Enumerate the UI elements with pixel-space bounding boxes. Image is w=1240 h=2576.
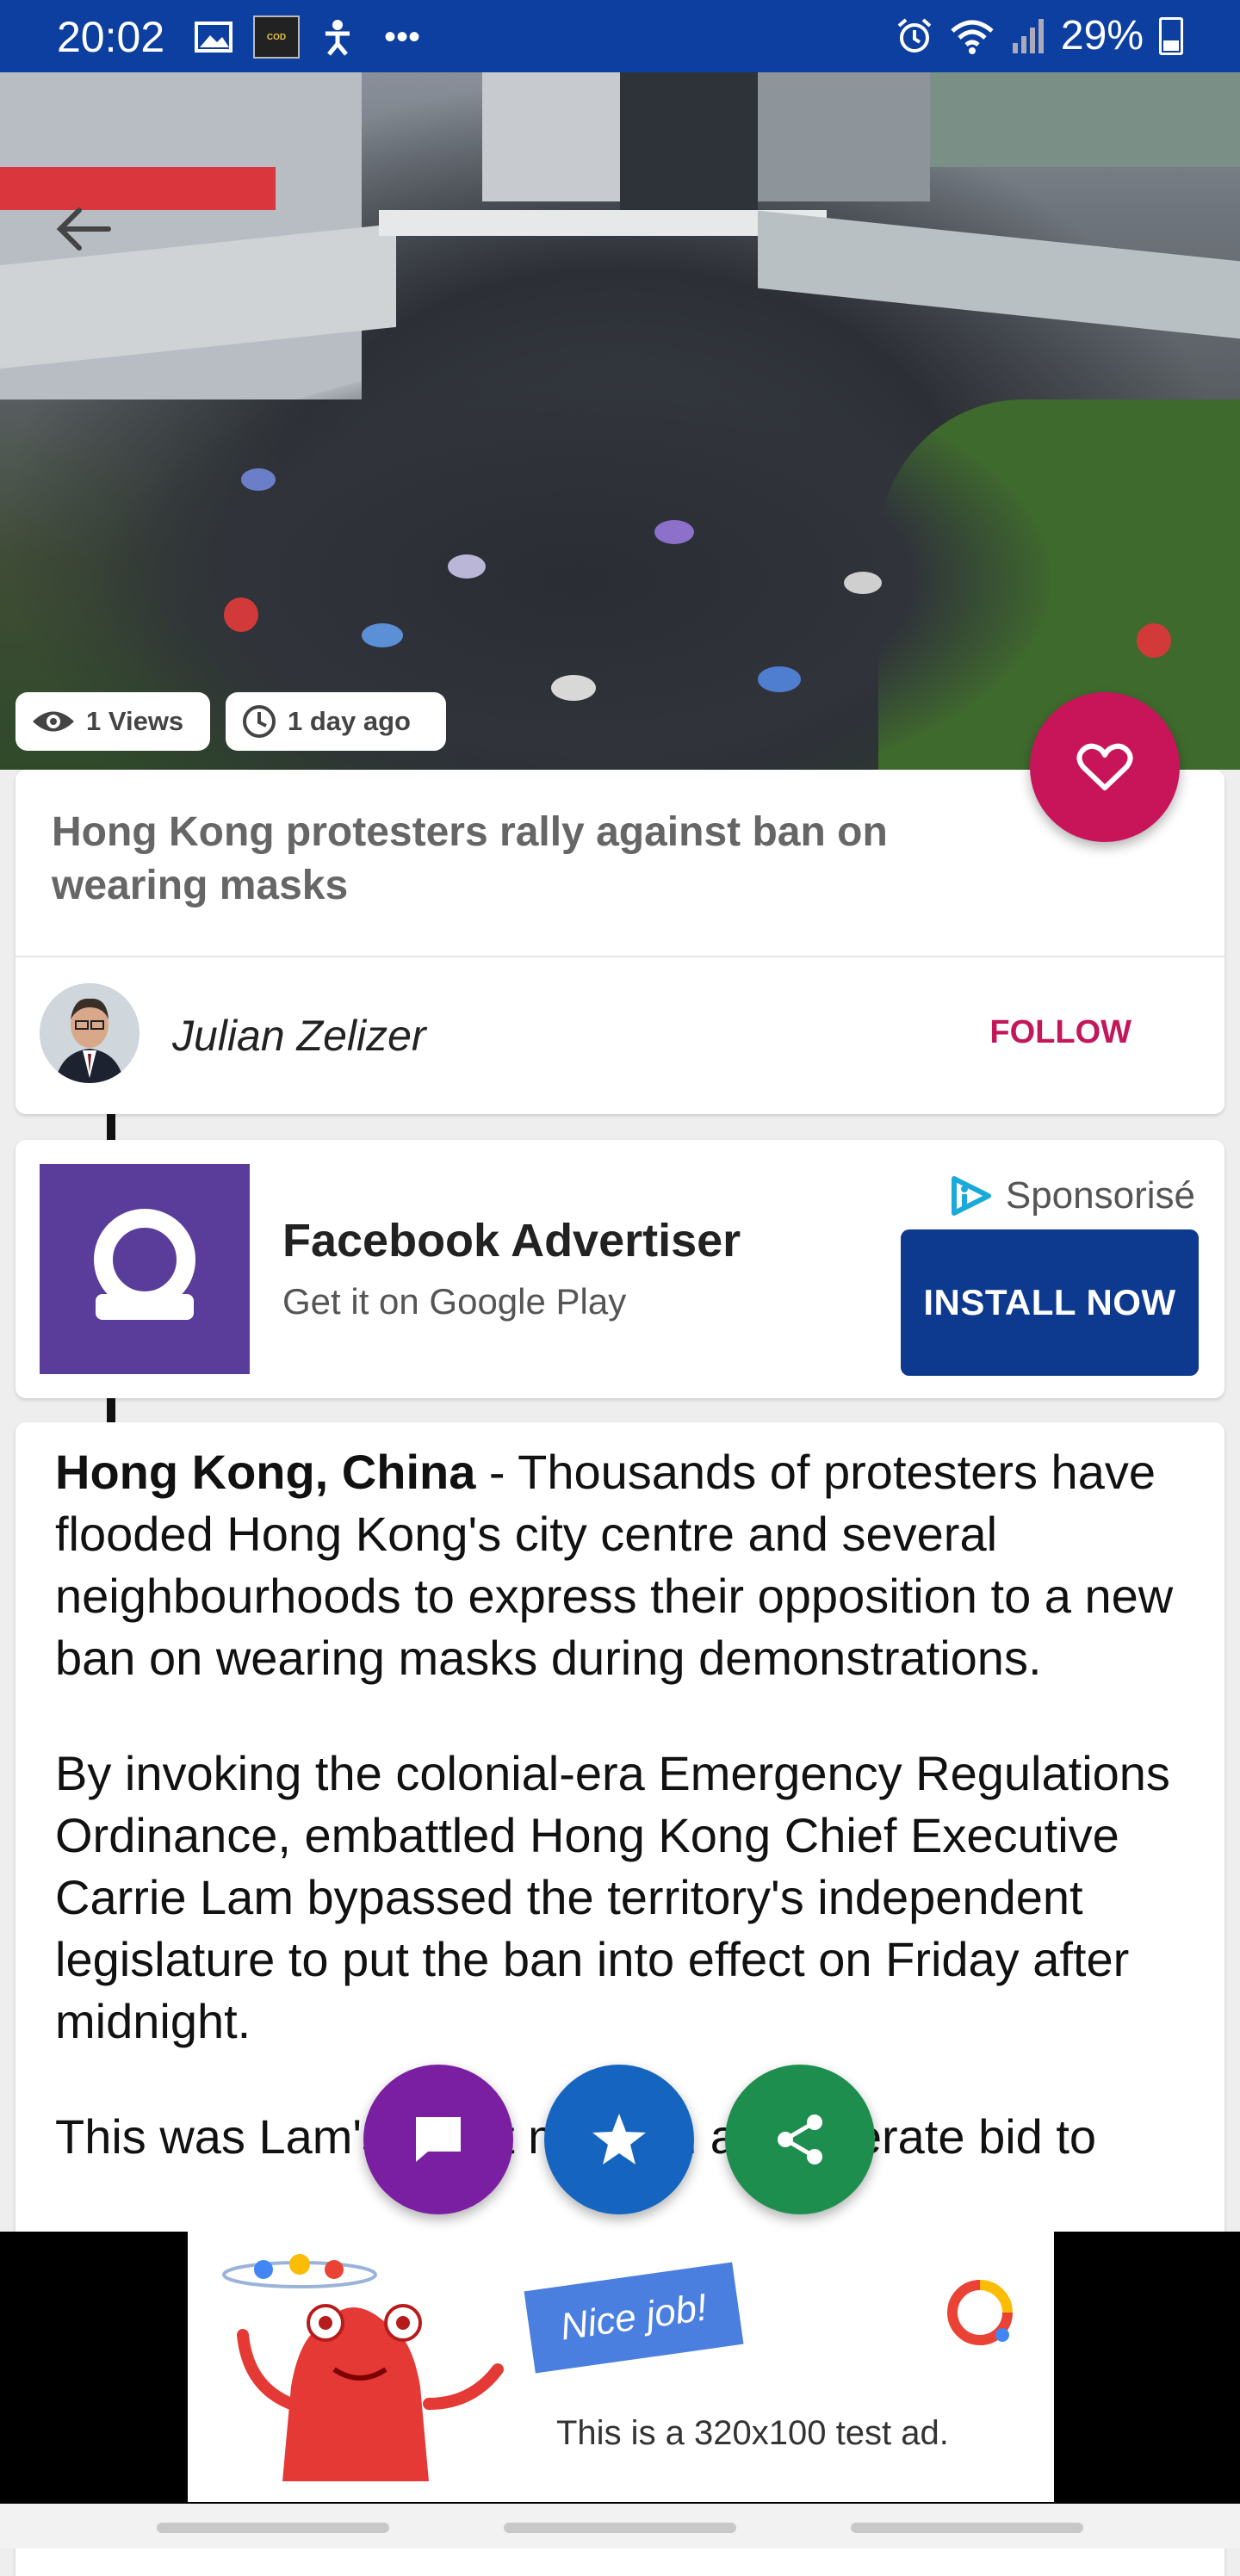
call-of-duty-icon: COD: [253, 15, 300, 59]
timeline-line: [107, 1114, 115, 1140]
share-icon: [778, 2115, 822, 2164]
status-time: 20:02: [57, 13, 165, 61]
banner-text: This is a 320x100 test ad.: [556, 2414, 949, 2452]
time-badge: 1 day ago: [226, 692, 446, 751]
ad-app-icon: [94, 1209, 195, 1320]
star-button[interactable]: [544, 2065, 694, 2214]
status-bar: 20:02 COD ••• 29%: [0, 0, 1240, 72]
article-header-card: Hong Kong protesters rally against ban o…: [16, 770, 1224, 1114]
author-name[interactable]: Julian Zelizer: [172, 1011, 426, 1061]
mascot-illustration: [222, 2254, 504, 2481]
hero-image: [0, 72, 1240, 770]
system-nav-bar: [0, 2504, 1240, 2548]
author-photo: [40, 983, 140, 1083]
more-icon: •••: [384, 17, 421, 56]
clock-icon: [243, 705, 276, 738]
ad-sponsored[interactable]: Sponsorisé: [949, 1174, 1195, 1217]
test-ad-banner[interactable]: Nice job! This is a 320x100 test ad.: [188, 2232, 1054, 2502]
adchoices-icon: [951, 1176, 991, 1216]
article-title: Hong Kong protesters rally against ban o…: [52, 809, 888, 908]
article-paragraph-2: By invoking the colonial-era Emergency R…: [55, 1746, 1170, 2048]
alarm-icon: [897, 17, 932, 53]
article-lead: Hong Kong, China: [55, 1445, 476, 1499]
status-right: 29%: [896, 12, 1183, 59]
views-badge: 1 Views: [16, 692, 210, 751]
favorite-button[interactable]: [1030, 692, 1180, 842]
notification-icons: COD •••: [195, 15, 420, 59]
views-count: 1 Views: [86, 706, 184, 736]
native-ad-card[interactable]: Facebook Advertiser Get it on Google Pla…: [16, 1140, 1224, 1398]
comment-icon: [416, 2117, 461, 2162]
share-button[interactable]: [725, 2065, 875, 2214]
battery-percent: 29%: [1060, 13, 1144, 59]
accessibility-icon: [326, 20, 350, 56]
comment-button[interactable]: [363, 2065, 513, 2214]
install-now-button[interactable]: INSTALL NOW: [901, 1229, 1199, 1376]
signal-icon: [1012, 18, 1044, 53]
back-arrow-icon[interactable]: [53, 203, 114, 255]
nav-home-button[interactable]: [504, 2523, 736, 2533]
ad-title: Facebook Advertiser: [282, 1215, 741, 1266]
article-paragraph: Hong Kong, China - Thousands of proteste…: [55, 1441, 1209, 1689]
ad-logo: [40, 1164, 250, 1374]
sponsored-label: Sponsorisé: [1005, 1174, 1195, 1217]
time-ago: 1 day ago: [288, 706, 411, 736]
follow-button[interactable]: FOLLOW: [989, 1014, 1132, 1051]
heart-icon: [1076, 743, 1133, 790]
ad-subtitle: Get it on Google Play: [282, 1281, 627, 1322]
divider: [16, 956, 1224, 957]
star-icon: [592, 2114, 646, 2164]
wifi-icon: [951, 20, 994, 54]
nav-back-button[interactable]: [851, 2523, 1083, 2533]
eye-icon: [33, 711, 74, 732]
image-icon: [195, 22, 232, 53]
timeline-line: [107, 1398, 115, 1422]
author-avatar[interactable]: [40, 983, 140, 1083]
google-ads-logo: [947, 2280, 1013, 2345]
battery-icon: [1159, 16, 1183, 55]
nav-recents-button[interactable]: [157, 2523, 389, 2533]
